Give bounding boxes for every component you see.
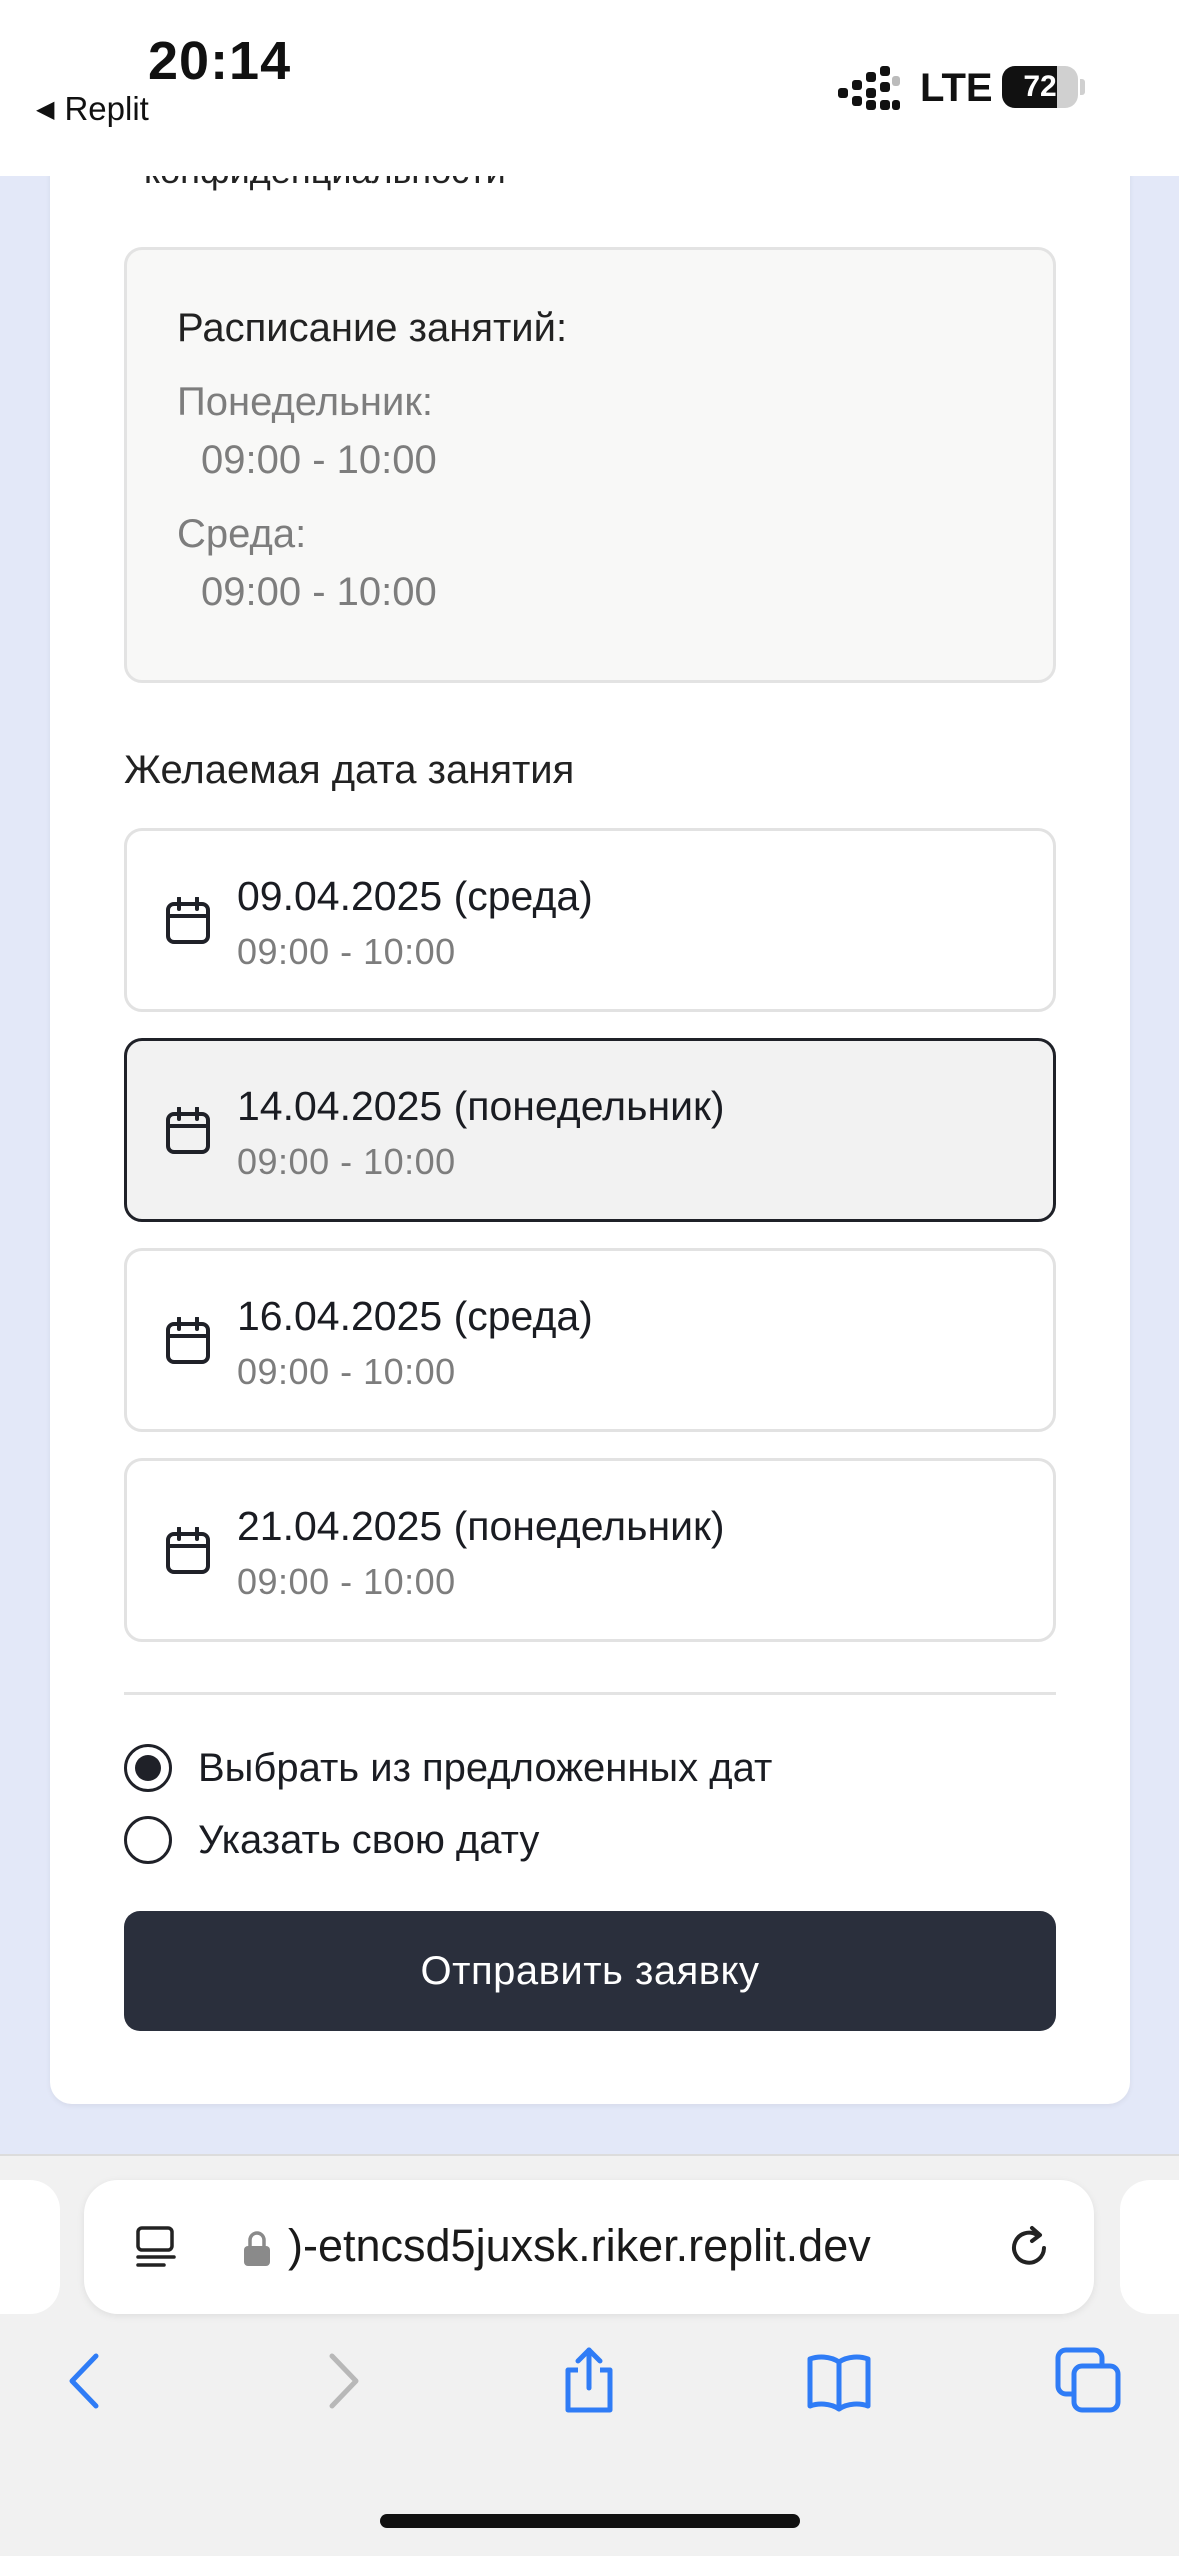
schedule-day: Среда: bbox=[177, 512, 307, 556]
battery-icon: 72 bbox=[1002, 66, 1085, 108]
back-icon[interactable] bbox=[52, 2346, 122, 2416]
date-option[interactable]: 09.04.2025 (среда) 09:00 - 10:00 bbox=[124, 828, 1056, 1012]
calendar-icon bbox=[166, 897, 210, 944]
date-option[interactable]: 21.04.2025 (понедельник) 09:00 - 10:00 bbox=[124, 1458, 1056, 1642]
desired-date-label: Желаемая дата занятия bbox=[124, 748, 575, 792]
radio-label: Выбрать из предложенных дат bbox=[198, 1745, 773, 1790]
schedule-time: 09:00 - 10:00 bbox=[201, 570, 437, 614]
submit-request-button[interactable]: Отправить заявку bbox=[124, 1911, 1056, 2031]
date-option-title: 14.04.2025 (понедельник) bbox=[237, 1083, 725, 1129]
calendar-icon bbox=[166, 1107, 210, 1154]
date-option-title: 09.04.2025 (среда) bbox=[237, 873, 593, 919]
schedule-box: Расписание занятий: Понедельник: 09:00 -… bbox=[124, 247, 1056, 683]
back-triangle-icon: ◀ bbox=[36, 95, 55, 123]
date-option-selected[interactable]: 14.04.2025 (понедельник) 09:00 - 10:00 bbox=[124, 1038, 1056, 1222]
date-option-time: 09:00 - 10:00 bbox=[237, 1141, 456, 1182]
radio-label: Указать свою дату bbox=[198, 1817, 540, 1862]
previous-tab-peek[interactable] bbox=[0, 2180, 60, 2314]
address-bar[interactable]: )-etncsd5juxsk.riker.replit.dev bbox=[84, 2180, 1094, 2314]
date-option-time: 09:00 - 10:00 bbox=[237, 931, 456, 972]
date-option-title: 21.04.2025 (понедельник) bbox=[237, 1503, 725, 1549]
schedule-time: 09:00 - 10:00 bbox=[201, 438, 437, 482]
status-bar: 20:14 ◀ Replit LTE 72 bbox=[0, 0, 1179, 176]
radio-choose-suggested[interactable]: Выбрать из предложенных дат bbox=[124, 1743, 772, 1793]
date-option-title: 16.04.2025 (среда) bbox=[237, 1293, 593, 1339]
url-text: )-etncsd5juxsk.riker.replit.dev bbox=[288, 2220, 871, 2271]
reload-icon[interactable] bbox=[1004, 2222, 1054, 2272]
battery-percent: 72 bbox=[1023, 70, 1057, 103]
schedule-title: Расписание занятий: bbox=[177, 306, 568, 350]
reader-mode-icon[interactable] bbox=[134, 2224, 180, 2270]
forward-icon[interactable] bbox=[306, 2346, 376, 2416]
date-option-time: 09:00 - 10:00 bbox=[237, 1351, 456, 1392]
status-time: 20:14 bbox=[148, 31, 292, 91]
back-app-label: Replit bbox=[64, 90, 149, 127]
schedule-day: Понедельник: bbox=[177, 380, 433, 424]
radio-button-checked[interactable] bbox=[124, 1744, 172, 1792]
next-tab-peek[interactable] bbox=[1120, 2180, 1179, 2314]
network-type: LTE bbox=[920, 66, 993, 110]
calendar-icon bbox=[166, 1527, 210, 1574]
date-option-time: 09:00 - 10:00 bbox=[237, 1561, 456, 1602]
bookmarks-icon[interactable] bbox=[804, 2346, 874, 2416]
lock-icon bbox=[244, 2231, 270, 2266]
divider bbox=[124, 1692, 1056, 1695]
date-option[interactable]: 16.04.2025 (среда) 09:00 - 10:00 bbox=[124, 1248, 1056, 1432]
back-to-app-link[interactable]: ◀ Replit bbox=[36, 90, 149, 128]
home-indicator bbox=[380, 2514, 800, 2528]
radio-custom-date[interactable]: Указать свою дату bbox=[124, 1815, 539, 1865]
radio-button[interactable] bbox=[124, 1816, 172, 1864]
cellular-signal-icon bbox=[838, 66, 900, 110]
tabs-icon[interactable] bbox=[1054, 2346, 1124, 2416]
share-icon[interactable] bbox=[554, 2346, 624, 2416]
calendar-icon bbox=[166, 1317, 210, 1364]
